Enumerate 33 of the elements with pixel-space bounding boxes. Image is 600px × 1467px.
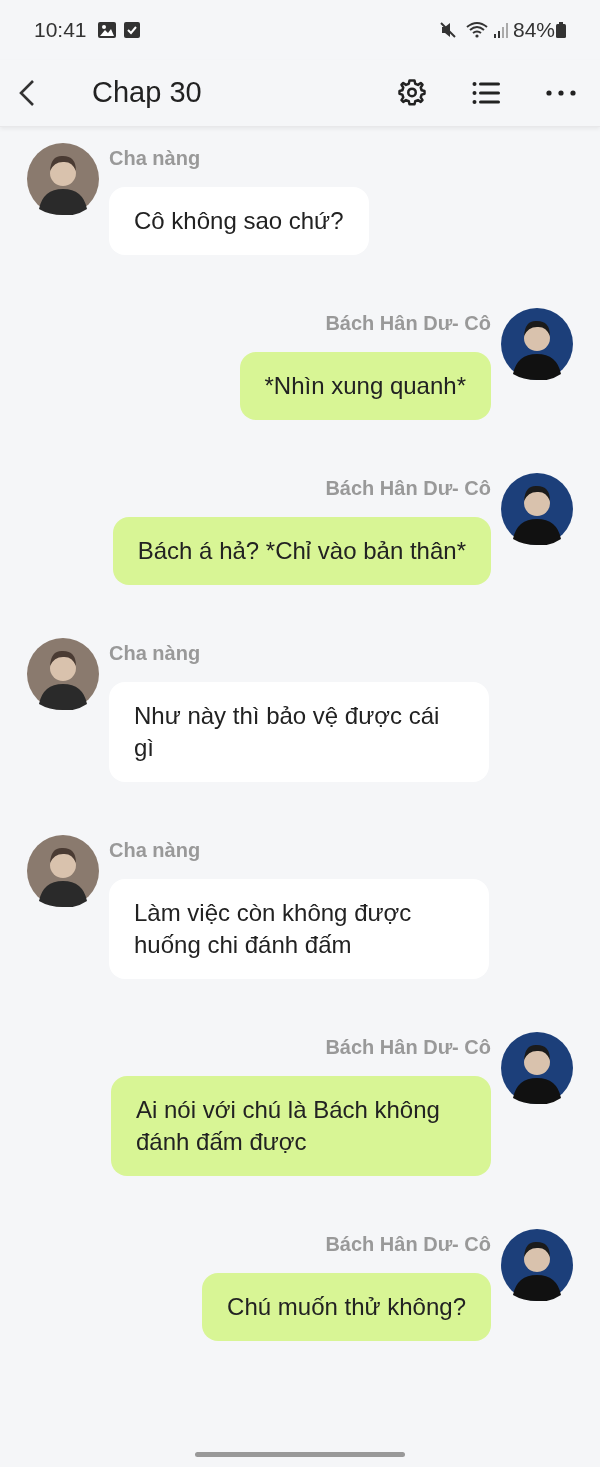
- checkbox-icon: [123, 21, 140, 39]
- sender-name: Bách Hân Dư- Cô: [325, 476, 491, 500]
- sender-name: Cha nàng: [109, 641, 201, 665]
- signal-icon: [492, 21, 509, 39]
- battery-icon: [556, 21, 566, 39]
- avatar: [501, 1032, 573, 1104]
- back-icon[interactable]: [18, 79, 36, 107]
- avatar: [501, 1229, 573, 1301]
- avatar: [501, 473, 573, 545]
- avatar: [27, 638, 99, 710]
- sender-name: Cha nàng: [109, 838, 201, 862]
- chapter-title: Chap 30: [92, 75, 202, 111]
- sender-name: Bách Hân Dư- Cô: [325, 1035, 491, 1059]
- message-bubble: Ai nói với chú là Bách không đánh đấm được: [111, 1076, 491, 1176]
- battery-percent: 84%: [512, 17, 555, 44]
- message-bubble: Làm việc còn không được huống chi đánh đấm: [109, 879, 489, 979]
- more-icon[interactable]: [546, 90, 576, 96]
- message-bubble: Chú muốn thử không?: [202, 1273, 491, 1341]
- message-bubble: *Nhìn xung quanh*: [239, 352, 491, 420]
- image-icon: [96, 21, 117, 39]
- message-bubble: Cô không sao chứ?: [109, 187, 369, 255]
- avatar: [501, 308, 573, 380]
- settings-icon[interactable]: [397, 78, 427, 108]
- mute-icon: [438, 21, 457, 39]
- status-time: 10:41: [34, 17, 87, 44]
- sender-name: Bách Hân Dư- Cô: [325, 1232, 491, 1256]
- message-bubble: Như này thì bảo vệ được cái gì: [109, 682, 489, 782]
- message-bubble: Bách á hả? *Chỉ vào bản thân*: [112, 517, 491, 585]
- sender-name: Bách Hân Dư- Cô: [325, 311, 491, 335]
- avatar: [27, 835, 99, 907]
- list-icon[interactable]: [472, 81, 500, 105]
- sender-name: Cha nàng: [109, 146, 201, 170]
- avatar: [27, 143, 99, 215]
